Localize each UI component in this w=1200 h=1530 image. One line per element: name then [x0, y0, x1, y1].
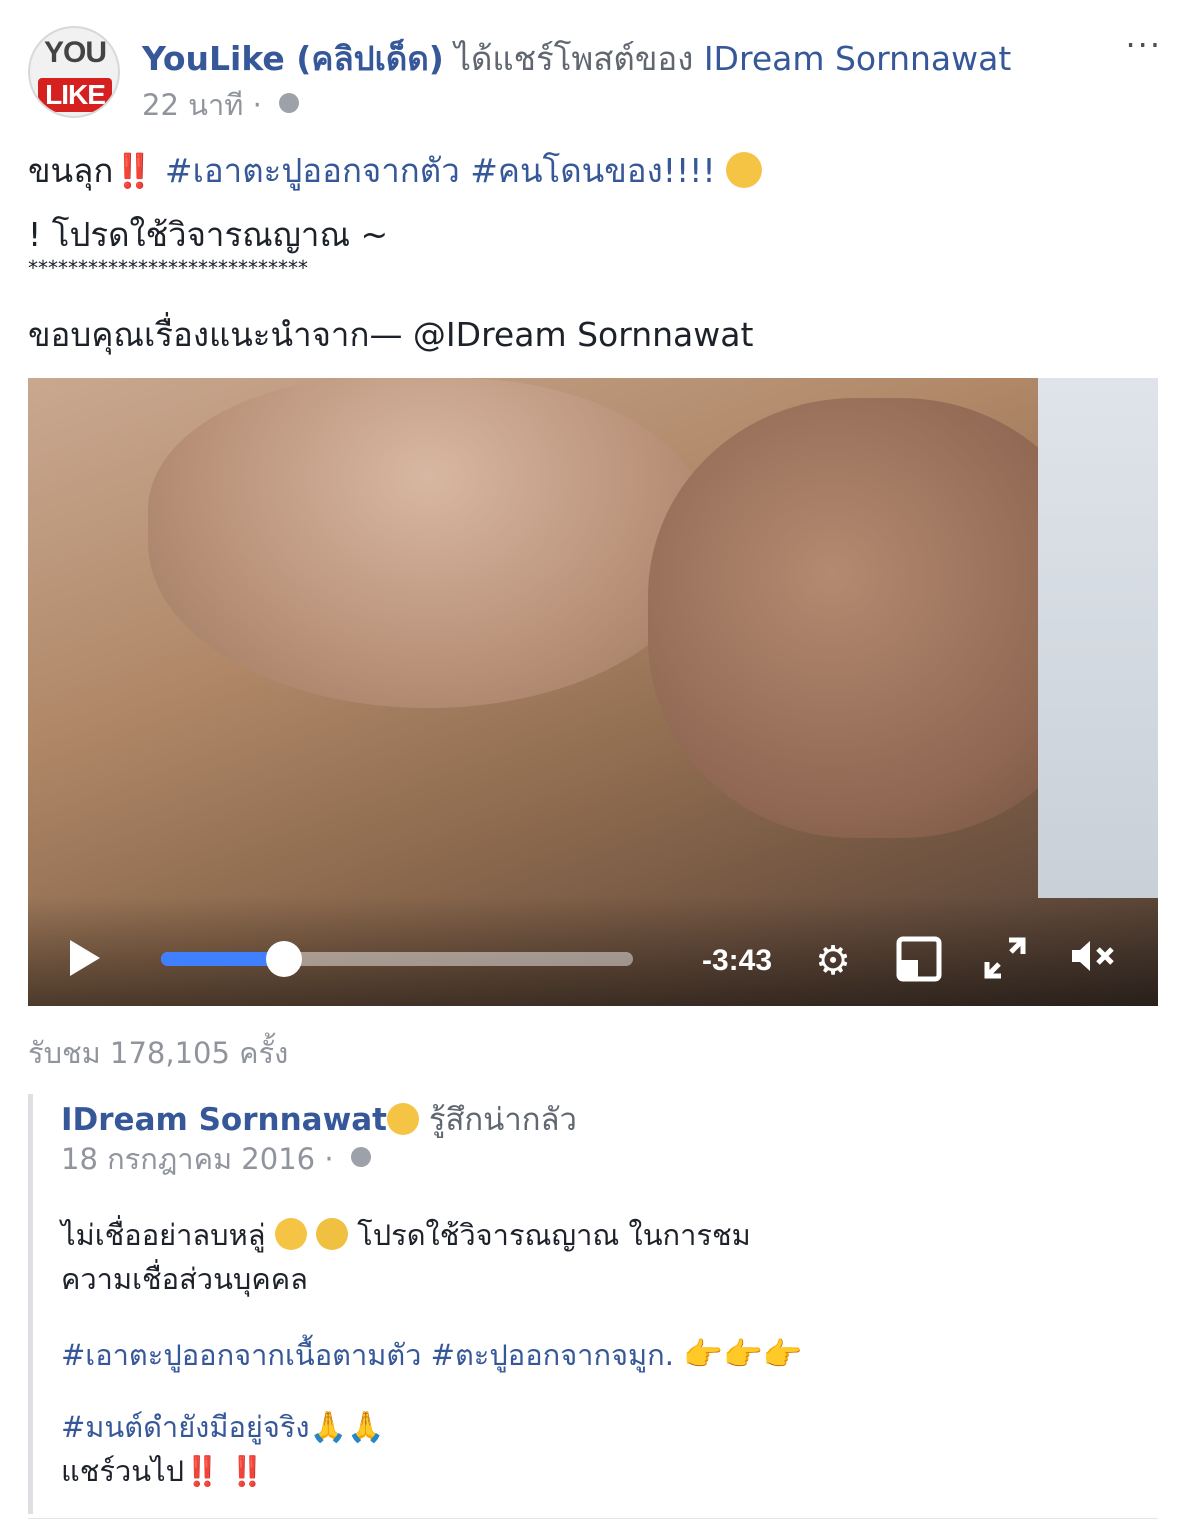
globe-icon	[279, 93, 300, 113]
video-controls: -3:43 ⚙	[28, 896, 1158, 1006]
post-time-link[interactable]: 22 นาที	[142, 88, 243, 122]
gear-icon[interactable]: ⚙	[808, 936, 858, 986]
shared-text-line-5: แชร์วนไป‼️ ‼️	[61, 1448, 266, 1494]
time-remaining: -3:43	[702, 944, 773, 977]
post-line-2: ! โปรดใช้วิจารณญาณ ~	[28, 215, 389, 254]
shared-text-line-4: #มนต์ดำยังมีอยู่จริง🙏🙏	[61, 1404, 384, 1450]
shared-text: ได้แชร์โพสต์ของ	[454, 39, 694, 78]
shared-text-line-2: ความเชื่อส่วนบุคคล	[61, 1262, 308, 1296]
post-line-4: ขอบคุณเรื่องแนะนำจาก— @IDream Sornnawat	[28, 315, 754, 354]
progress-handle[interactable]	[265, 941, 302, 977]
double-exclamation-icon: ‼️	[113, 151, 155, 190]
globe-icon	[350, 1147, 371, 1167]
fullscreen-icon[interactable]	[980, 936, 1030, 986]
window-icon[interactable]	[894, 936, 944, 986]
shared-text-line-1: ไม่เชื่ออย่าลบหลู่ โปรดใช้วิจารณญาณ ในกา…	[61, 1212, 751, 1258]
post-meta: 22 นาที ·	[142, 82, 300, 128]
avatar-logo-bottom: LIKE	[38, 78, 112, 112]
shared-hashtags[interactable]: #เอาตะปูออกจากเนื้อตามตัว #ตะปูออกจากจมู…	[61, 1338, 674, 1372]
page-avatar[interactable]: YOU LIKE	[28, 26, 120, 118]
double-exclamation-icon: ‼️	[184, 1454, 221, 1488]
meta-separator: ·	[252, 88, 262, 122]
scream-emoji-icon	[386, 1102, 419, 1135]
video-frame-shape	[1038, 378, 1158, 898]
post-line-1: ขนลุก‼️ #เอาตะปูออกจากตัว #คนโดนของ!!!!	[28, 144, 763, 197]
page-name-link[interactable]: YouLike (คลิปเด็ด)	[142, 39, 444, 78]
video-frame-shape	[148, 378, 708, 708]
praying-hands-icons: 🙏🙏	[309, 1410, 385, 1445]
divider	[28, 1518, 1158, 1519]
post-title-line: YouLike (คลิปเด็ด) ได้แชร์โพสต์ของ IDrea…	[142, 32, 1011, 85]
view-count: รับชม 178,105 ครั้ง	[28, 1036, 289, 1070]
post-header: YOU LIKE YouLike (คลิปเด็ด) ได้แชร์โพสต์…	[28, 26, 1178, 126]
shared-author-link[interactable]: IDream Sornnawat	[61, 1102, 387, 1138]
hashtag-links[interactable]: #เอาตะปูออกจากตัว #คนโดนของ!!!!	[165, 151, 716, 190]
shared-date-separator: ·	[324, 1142, 334, 1176]
post-line-1-text: ขนลุก	[28, 151, 114, 190]
double-exclamation-icon: ‼️	[229, 1454, 266, 1488]
grimacing-emoji-icon	[726, 151, 763, 188]
shared-post: IDream Sornnawat รู้สึกน่ากลัว 18 กรกฎาค…	[28, 1094, 1163, 1514]
progress-bar[interactable]	[161, 941, 633, 977]
shared-text-line-3: #เอาตะปูออกจากเนื้อตามตัว #ตะปูออกจากจมู…	[61, 1332, 803, 1378]
shared-text-1: ไม่เชื่ออย่าลบหลู่	[61, 1218, 266, 1252]
pointing-hand-icons: 👉👉👉	[683, 1335, 803, 1373]
shared-date-link[interactable]: 18 กรกฎาคม 2016	[61, 1142, 315, 1176]
shared-hashtag-2[interactable]: #มนต์ดำยังมีอยู่จริง	[61, 1410, 310, 1444]
shared-text-1b: โปรดใช้วิจารณญาณ ในการชม	[357, 1218, 751, 1252]
avatar-logo-top: YOU	[44, 36, 107, 69]
fearful-emoji-icon	[315, 1218, 348, 1250]
shared-date: 18 กรกฎาคม 2016 ·	[61, 1136, 371, 1182]
mute-icon[interactable]	[1068, 936, 1118, 986]
shared-target-link[interactable]: IDream Sornnawat	[704, 39, 1011, 78]
scream-emoji-icon	[274, 1218, 307, 1250]
video-player[interactable]: -3:43 ⚙	[28, 378, 1158, 1006]
post-line-3: ****************************	[28, 256, 308, 280]
shared-feeling: รู้สึกน่ากลัว	[428, 1102, 577, 1138]
more-options-button[interactable]: ···	[1125, 26, 1162, 64]
play-icon[interactable]	[70, 940, 100, 976]
shared-text-5: แชร์วนไป	[61, 1454, 185, 1488]
